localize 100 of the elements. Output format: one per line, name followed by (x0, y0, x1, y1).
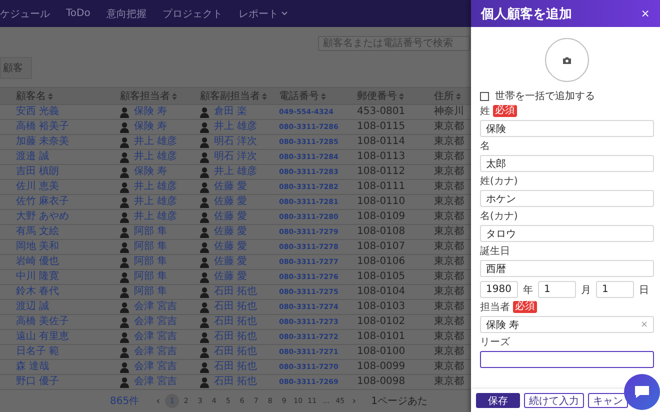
clear-button[interactable]: × (640, 320, 648, 330)
customer-name-link[interactable]: 岩崎 優也 (16, 257, 60, 267)
customer-name-link[interactable]: 渡邉 誠 (16, 152, 50, 162)
nav-item[interactable]: プロジェクト (162, 6, 222, 20)
table-cell: 東京都 (434, 362, 464, 372)
column-header[interactable]: 顧客副担当者 (200, 89, 267, 103)
field-label: リーズ (480, 336, 510, 349)
customer-name-link[interactable]: 大野 あやめ (16, 212, 70, 222)
staff-name-link[interactable]: 保険 寿 (134, 167, 168, 177)
staff-name-link[interactable]: 石田 拓也 (214, 302, 258, 312)
staff-name-link[interactable]: 阿部 隼 (134, 287, 168, 297)
staff-name-link[interactable]: 明石 洋次 (214, 137, 258, 147)
staff-name-link[interactable]: 会津 宮吉 (134, 377, 178, 387)
nav-item[interactable]: レポート (238, 6, 288, 20)
staff-name-link[interactable]: 石田 拓也 (214, 362, 258, 372)
customer-name-link[interactable]: 日名子 範 (16, 347, 60, 357)
required-badge: 必須 (493, 105, 517, 117)
table-cell: 108-0107 (357, 242, 406, 252)
customer-name-link[interactable]: 遠山 有里恵 (16, 332, 70, 342)
staff-name-link[interactable]: 石田 拓也 (214, 347, 258, 357)
staff-name-link[interactable]: 倉田 楽 (214, 107, 248, 117)
input-field[interactable]: ホケン (480, 190, 654, 207)
date-input[interactable]: 1980 (480, 281, 518, 298)
input-field[interactable]: 太郎 (480, 155, 654, 172)
staff-name-link[interactable]: 佐藤 愛 (214, 242, 248, 252)
sort-icon (321, 92, 326, 100)
staff-name-link[interactable]: 佐藤 愛 (214, 257, 248, 267)
staff-name-link[interactable]: 佐藤 愛 (214, 197, 248, 207)
table-cell: 108-0104 (357, 287, 406, 297)
staff-name-link[interactable]: 会津 宮吉 (134, 347, 178, 357)
form-button[interactable]: 続けて入力 (524, 393, 584, 408)
customer-name-link[interactable]: 鈴木 春代 (16, 287, 60, 297)
staff-name-link[interactable]: 井上 雄彦 (214, 122, 258, 132)
table-cell: 東京都 (434, 242, 464, 252)
staff-name-link[interactable]: 石田 拓也 (214, 317, 258, 327)
photo-upload[interactable] (545, 38, 589, 82)
column-header[interactable]: 郵便番号 (357, 89, 404, 103)
staff-name-link[interactable]: 明石 洋次 (214, 152, 258, 162)
staff-name-link[interactable]: 井上 雄彦 (134, 152, 178, 162)
prev-page-button[interactable]: ‹ (151, 394, 166, 408)
person-icon (120, 362, 129, 372)
staff-name-link[interactable]: 阿部 隼 (134, 257, 168, 267)
form-button[interactable]: 保存 (476, 393, 520, 408)
staff-name-link[interactable]: 会津 宮吉 (134, 362, 178, 372)
date-input[interactable]: 1 (538, 281, 576, 298)
checkbox[interactable] (480, 92, 489, 100)
staff-name-link[interactable]: 阿部 隼 (134, 242, 168, 252)
staff-name-link[interactable]: 佐藤 愛 (214, 272, 248, 282)
nav-item[interactable]: ケジュール (0, 6, 50, 20)
customer-name-link[interactable]: 佐川 恵美 (16, 182, 60, 192)
nav-item[interactable]: ToDo (66, 8, 90, 19)
customer-name-link[interactable]: 安西 光義 (16, 107, 60, 117)
staff-select[interactable]: 保険 寿 × (480, 316, 654, 333)
staff-name-link[interactable]: 石田 拓也 (214, 287, 258, 297)
column-header[interactable]: 住所 (434, 89, 461, 103)
customer-name-link[interactable]: 有馬 文絵 (16, 227, 60, 237)
customer-name-link[interactable]: 吉田 槙朗 (16, 167, 60, 177)
input-field[interactable]: タロウ (480, 225, 654, 242)
customer-name-link[interactable]: 加藤 未奈美 (16, 137, 70, 147)
staff-name-link[interactable]: 佐藤 愛 (214, 212, 248, 222)
staff-name-link[interactable]: 井上 雄彦 (134, 182, 178, 192)
customer-name-link[interactable]: 渡辺 誠 (16, 302, 50, 312)
field-label: 名(カナ) (480, 210, 518, 223)
customer-name-link[interactable]: 岡地 美和 (16, 242, 60, 252)
column-header[interactable]: 顧客名 (16, 89, 53, 103)
customer-name-link[interactable]: 野口 優子 (16, 377, 60, 387)
era-select[interactable]: 西暦 (480, 260, 654, 277)
input-field[interactable]: 保険 (480, 120, 654, 137)
next-page-button[interactable]: › (347, 394, 362, 408)
staff-name-link[interactable]: 阿部 隼 (134, 272, 168, 282)
close-button[interactable]: × (640, 7, 650, 20)
customer-name-link[interactable]: 高橋 裕美子 (16, 122, 70, 132)
date-input[interactable]: 1 (596, 281, 634, 298)
table-cell: 108-0108 (357, 227, 406, 237)
customer-name-link[interactable]: 佐竹 麻衣子 (16, 197, 70, 207)
form-button[interactable]: キャン (588, 393, 628, 408)
staff-name-link[interactable]: 会津 宮吉 (134, 332, 178, 342)
input-field[interactable] (480, 351, 654, 368)
staff-name-link[interactable]: 会津 宮吉 (134, 302, 178, 312)
staff-name-link[interactable]: 井上 雄彦 (214, 167, 258, 177)
customer-name-link[interactable]: 高橋 美佐子 (16, 317, 70, 327)
staff-name-link[interactable]: 阿部 隼 (134, 227, 168, 237)
staff-name-link[interactable]: 保険 寿 (134, 107, 168, 117)
column-header[interactable]: 顧客担当者 (120, 89, 177, 103)
nav-item[interactable]: 意向把握 (106, 6, 146, 20)
column-header[interactable]: 電話番号 (279, 89, 326, 103)
staff-name-link[interactable]: 会津 宮吉 (134, 317, 178, 327)
staff-name-link[interactable]: 佐藤 愛 (214, 182, 248, 192)
customer-name-link[interactable]: 中川 隆寛 (16, 272, 60, 282)
staff-name-link[interactable]: 井上 雄彦 (134, 212, 178, 222)
staff-name-link[interactable]: 佐藤 愛 (214, 227, 248, 237)
staff-name-link[interactable]: 石田 拓也 (214, 332, 258, 342)
staff-name-link[interactable]: 井上 雄彦 (134, 137, 178, 147)
staff-name-link[interactable]: 井上 雄彦 (134, 197, 178, 207)
page-size-selector[interactable]: 1ページあた (371, 394, 428, 408)
table-cell: 108-0099 (357, 362, 406, 372)
staff-name-link[interactable]: 保険 寿 (134, 122, 168, 132)
customer-name-link[interactable]: 森 達哉 (16, 362, 50, 372)
staff-name-link[interactable]: 石田 拓也 (214, 377, 258, 387)
person-icon (200, 242, 209, 252)
